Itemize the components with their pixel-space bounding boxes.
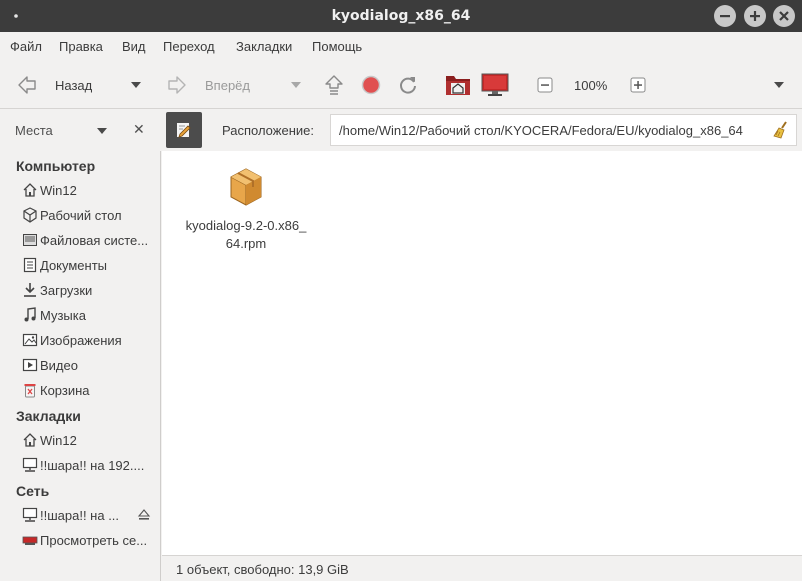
zoom-in-icon <box>630 77 646 93</box>
forward-label: Вперёд <box>205 78 250 93</box>
reload-icon <box>400 77 416 94</box>
network-share-icon <box>22 507 38 522</box>
menu-bar: Файл Правка Вид Переход Закладки Помощь <box>0 32 802 61</box>
up-arrow-icon <box>325 75 343 95</box>
back-label: Назад <box>55 78 93 93</box>
stop-icon <box>361 75 381 95</box>
sidebar-item-label: Просмотреть се... <box>40 533 148 548</box>
location-label: Расположение: <box>222 123 314 138</box>
sidebar-item-documents[interactable]: Документы <box>22 256 156 276</box>
sidebar-item-bookmark-share[interactable]: !!шара!! на 192.... <box>22 456 156 476</box>
stop-button[interactable] <box>361 61 383 109</box>
edit-icon <box>177 123 191 138</box>
places-dropdown[interactable] <box>97 128 107 134</box>
close-sidebar-icon[interactable]: ✕ <box>133 121 145 138</box>
location-path: /home/Win12/Рабочий стол/KYOCERA/Fedora/… <box>339 123 743 138</box>
home-folder-button[interactable] <box>445 61 471 109</box>
menu-bookmarks[interactable]: Закладки <box>236 39 292 54</box>
sidebar-item-browse-network[interactable]: Просмотреть се... <box>22 531 156 551</box>
menu-edit[interactable]: Правка <box>59 39 103 54</box>
forward-history-dropdown[interactable] <box>291 82 301 88</box>
places-label: Места <box>15 123 53 138</box>
sidebar-item-videos[interactable]: Видео <box>22 356 156 376</box>
file-manager-window: kyodialog_x86_64 Файл Правка Вид Переход… <box>0 0 802 581</box>
sidebar-item-label: Музыка <box>40 308 86 323</box>
network-share-icon <box>22 457 38 472</box>
file-name-line-2: 64.rpm <box>225 236 267 251</box>
menu-go[interactable]: Переход <box>163 39 215 54</box>
zoom-in-button[interactable] <box>630 61 646 109</box>
sidebar-item-label: Win12 <box>40 433 77 448</box>
desktop-icon <box>23 207 37 223</box>
toolbar: Назад Вперёд 100% <box>0 61 802 109</box>
toolbar-overflow-dropdown[interactable] <box>774 82 784 88</box>
menu-help[interactable]: Помощь <box>312 39 362 54</box>
sidebar-section-bookmarks: Закладки <box>16 408 81 424</box>
file-name-line-1: kyodialog-9.2-0.x86_ <box>185 218 307 233</box>
zoom-level[interactable]: 100% <box>574 78 607 93</box>
pictures-icon <box>22 333 38 347</box>
file-item[interactable]: kyodialog-9.2-0.x86_ 64.rpm <box>180 165 312 253</box>
title-bar[interactable]: kyodialog_x86_64 <box>0 0 802 32</box>
back-button[interactable]: Назад <box>12 61 122 109</box>
package-icon <box>230 168 262 206</box>
music-icon <box>24 307 36 322</box>
trash-icon <box>24 384 36 398</box>
toggle-location-edit-button[interactable] <box>166 112 202 148</box>
sidebar-item-label: !!шара!! на ... <box>40 508 120 523</box>
up-button[interactable] <box>323 61 345 109</box>
places-sidebar: Компьютер Win12 Рабочий стол Файловая си… <box>0 151 161 581</box>
sidebar-item-bookmark-home[interactable]: Win12 <box>22 431 156 451</box>
sidebar-item-label: Изображения <box>40 333 122 348</box>
reload-button[interactable] <box>397 61 419 109</box>
window-title: kyodialog_x86_64 <box>331 8 471 24</box>
network-browse-icon <box>22 536 38 545</box>
back-arrow-icon <box>18 76 36 94</box>
sidebar-item-label: Рабочий стол <box>40 208 122 223</box>
zoom-out-icon <box>537 77 553 93</box>
computer-button[interactable] <box>481 61 509 109</box>
sidebar-item-trash[interactable]: Корзина <box>22 381 156 401</box>
sidebar-item-label: Корзина <box>40 383 90 398</box>
sidebar-item-network-share[interactable]: !!шара!! на ... <box>22 506 134 526</box>
status-bar: 1 объект, свободно: 13,9 GiB <box>162 555 802 581</box>
sidebar-item-pictures[interactable]: Изображения <box>22 331 156 351</box>
downloads-icon <box>24 283 36 297</box>
filesystem-icon <box>23 234 37 246</box>
sidebar-item-desktop[interactable]: Рабочий стол <box>22 206 156 226</box>
sidebar-item-home[interactable]: Win12 <box>22 181 156 201</box>
forward-button[interactable]: Вперёд <box>162 61 272 109</box>
minimize-button[interactable] <box>714 5 736 27</box>
file-view[interactable]: kyodialog-9.2-0.x86_ 64.rpm <box>162 151 802 555</box>
sidebar-item-label: Документы <box>40 258 108 273</box>
maximize-button[interactable] <box>744 5 766 27</box>
clear-broom-icon[interactable] <box>772 121 790 139</box>
videos-icon <box>22 358 38 372</box>
forward-arrow-icon <box>168 76 186 94</box>
sidebar-item-label: Видео <box>40 358 78 373</box>
eject-icon[interactable] <box>137 508 151 522</box>
menu-file[interactable]: Файл <box>10 39 42 54</box>
computer-icon <box>481 73 509 96</box>
sidebar-item-label: Win12 <box>40 183 77 198</box>
location-input[interactable]: /home/Win12/Рабочий стол/KYOCERA/Fedora/… <box>330 114 797 146</box>
sidebar-section-computer: Компьютер <box>16 158 96 174</box>
zoom-out-button[interactable] <box>537 61 553 109</box>
sidebar-item-downloads[interactable]: Загрузки <box>22 281 156 301</box>
sidebar-item-label: Загрузки <box>40 283 93 298</box>
close-button[interactable] <box>773 5 795 27</box>
home-folder-icon <box>446 76 470 95</box>
sidebar-item-music[interactable]: Музыка <box>22 306 156 326</box>
sidebar-item-label: Файловая систе... <box>40 233 149 248</box>
sidebar-item-label: !!шара!! на 192.... <box>40 458 145 473</box>
location-row: Места ✕ Расположение: /home/Win12/Рабочи… <box>0 109 802 151</box>
menu-view[interactable]: Вид <box>122 39 146 54</box>
back-history-dropdown[interactable] <box>131 82 141 88</box>
sidebar-section-network: Сеть <box>16 483 50 499</box>
home-icon <box>23 433 37 447</box>
status-text: 1 объект, свободно: 13,9 GiB <box>176 562 349 577</box>
documents-icon <box>23 257 37 273</box>
home-icon <box>23 183 37 197</box>
sidebar-item-filesystem[interactable]: Файловая систе... <box>22 231 156 251</box>
